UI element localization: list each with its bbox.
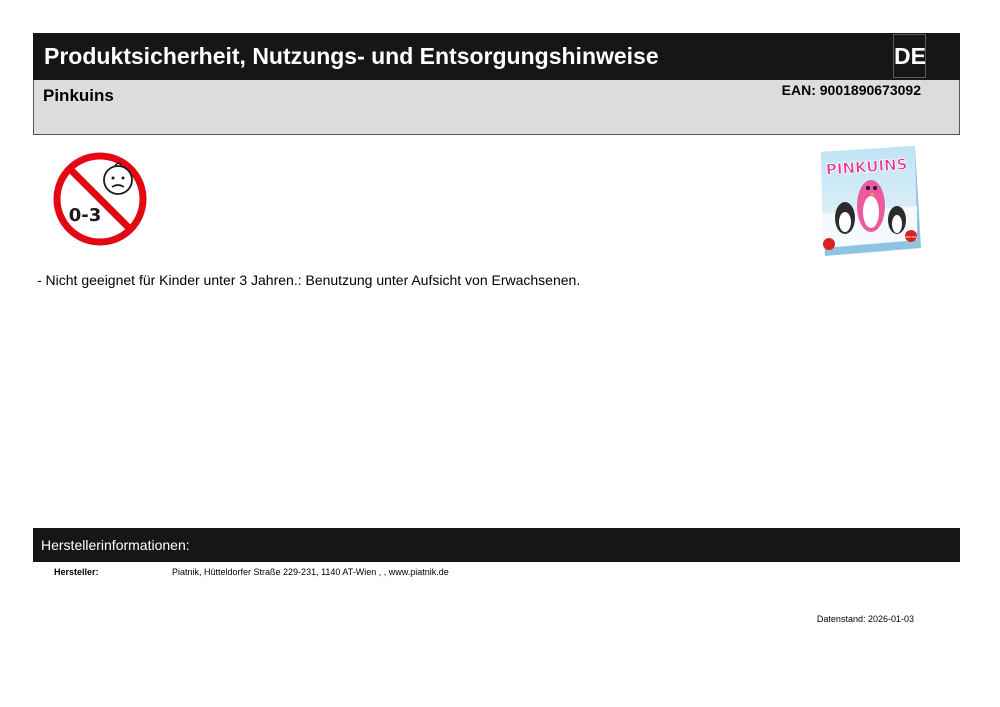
box-brand-text: PIATNIK	[905, 235, 917, 239]
age-0-3-prohibited-icon: 0-3	[53, 152, 147, 246]
ean-code: EAN: 9001890673092	[781, 82, 921, 98]
product-name: Pinkuins	[43, 86, 114, 105]
page-title: Produktsicherheit, Nutzungs- und Entsorg…	[44, 43, 659, 69]
age-range-label: 0-3	[69, 205, 102, 226]
product-box-image: PINKUINS PIATNIK	[821, 146, 921, 256]
header-bar: Produktsicherheit, Nutzungs- und Entsorg…	[33, 33, 960, 80]
manufacturer-label: Hersteller:	[54, 567, 99, 577]
manufacturer-section-title: Herstellerinformationen:	[41, 537, 190, 553]
manufacturer-section-bar: Herstellerinformationen:	[33, 528, 960, 562]
safety-notice: - Nicht geeignet für Kinder unter 3 Jahr…	[37, 272, 581, 288]
date-stamp: Datenstand: 2026-01-03	[816, 614, 914, 624]
product-info-box: Pinkuins EAN: 9001890673092	[33, 80, 960, 135]
language-code: DE	[893, 34, 926, 78]
manufacturer-value: Piatnik, Hütteldorfer Straße 229-231, 11…	[172, 567, 449, 577]
